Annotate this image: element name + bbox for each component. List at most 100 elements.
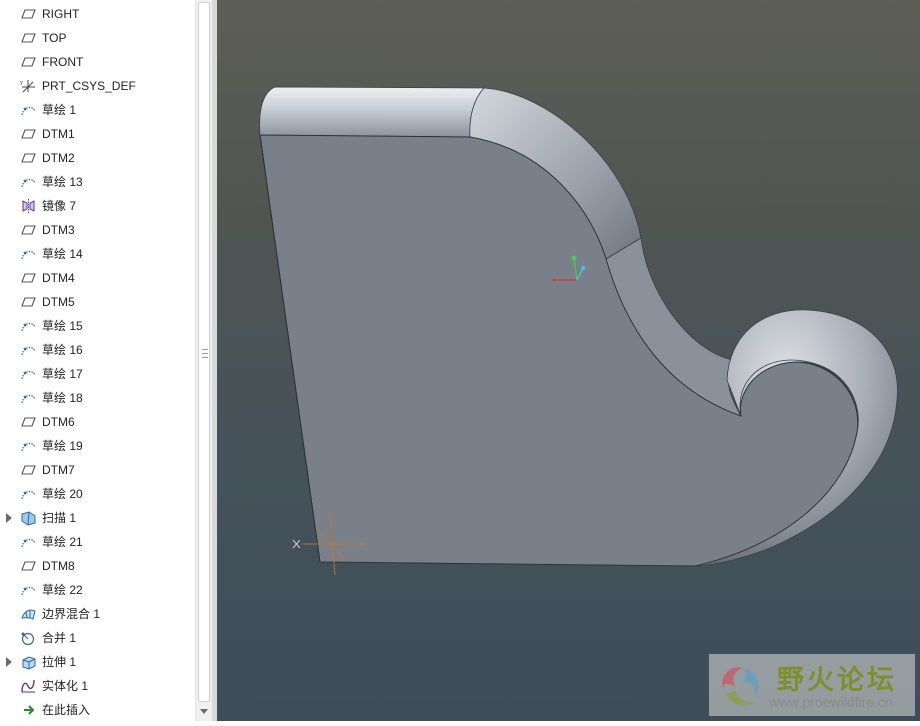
expand-arrow-icon[interactable] bbox=[6, 657, 12, 667]
model-canvas[interactable] bbox=[217, 0, 920, 721]
datum-plane-icon bbox=[20, 558, 37, 574]
datum-plane-icon bbox=[20, 294, 37, 310]
tree-item-label: FRONT bbox=[42, 55, 84, 69]
insert-here-arrow-icon bbox=[20, 702, 37, 718]
tree-item[interactable]: 边界混合 1 bbox=[0, 602, 195, 626]
tree-item[interactable]: 草绘 18 bbox=[0, 386, 195, 410]
solidify-icon bbox=[20, 678, 37, 694]
tree-item-label: 草绘 17 bbox=[42, 367, 83, 381]
tree-item[interactable]: 拉伸 1 bbox=[0, 650, 195, 674]
model-tree-scrollbar[interactable] bbox=[195, 0, 212, 721]
datum-plane-icon bbox=[20, 54, 37, 70]
tree-item-label: DTM5 bbox=[42, 295, 75, 309]
tree-item[interactable]: DTM4 bbox=[0, 266, 195, 290]
sweep-icon bbox=[20, 510, 37, 526]
scrollbar-thumb[interactable] bbox=[198, 2, 210, 702]
tree-item[interactable]: 实体化 1 bbox=[0, 674, 195, 698]
mirror-icon bbox=[20, 198, 37, 214]
sketch-icon bbox=[20, 534, 37, 550]
tree-item-label: DTM2 bbox=[42, 151, 75, 165]
tree-item-label: 镜像 7 bbox=[42, 199, 77, 213]
tree-item[interactable]: DTM6 bbox=[0, 410, 195, 434]
tree-item-label: 草绘 21 bbox=[42, 535, 83, 549]
tree-item[interactable]: 草绘 17 bbox=[0, 362, 195, 386]
tree-item-label: 草绘 14 bbox=[42, 247, 83, 261]
sketch-icon bbox=[20, 174, 37, 190]
tree-item-label: 草绘 16 bbox=[42, 343, 83, 357]
watermark-url: www.proewildfire.cn bbox=[769, 694, 893, 710]
datum-plane-icon bbox=[20, 30, 37, 46]
datum-plane-icon bbox=[20, 150, 37, 166]
sketch-icon bbox=[20, 390, 37, 406]
datum-plane-icon bbox=[20, 126, 37, 142]
tree-item[interactable]: 草绘 16 bbox=[0, 338, 195, 362]
tree-item-label: DTM7 bbox=[42, 463, 75, 477]
tree-item-label: 实体化 1 bbox=[42, 679, 89, 693]
tree-item-label: TOP bbox=[42, 31, 67, 45]
sketch-icon bbox=[20, 438, 37, 454]
datum-plane-icon bbox=[20, 414, 37, 430]
tree-item-label: RIGHT bbox=[42, 7, 80, 21]
sketch-icon bbox=[20, 246, 37, 262]
tree-item-label: PRT_CSYS_DEF bbox=[42, 79, 136, 93]
tree-item-label: 扫描 1 bbox=[42, 511, 77, 525]
tree-item[interactable]: DTM1 bbox=[0, 122, 195, 146]
tree-item[interactable]: 草绘 20 bbox=[0, 482, 195, 506]
datum-plane-icon bbox=[20, 462, 37, 478]
tree-item[interactable]: DTM8 bbox=[0, 554, 195, 578]
scroll-down-arrow-icon[interactable] bbox=[200, 709, 208, 714]
tree-item[interactable]: 草绘 15 bbox=[0, 314, 195, 338]
tree-item-label: DTM8 bbox=[42, 559, 75, 573]
tree-item-label: 草绘 19 bbox=[42, 439, 83, 453]
datum-plane-icon bbox=[20, 6, 37, 22]
coordinate-system-icon: y bbox=[20, 78, 37, 94]
tree-item-label: DTM3 bbox=[42, 223, 75, 237]
tree-item-label: DTM1 bbox=[42, 127, 75, 141]
sketch-icon bbox=[20, 366, 37, 382]
tree-item[interactable]: 草绘 19 bbox=[0, 434, 195, 458]
tree-item[interactable]: DTM3 bbox=[0, 218, 195, 242]
tree-item[interactable]: 草绘 14 bbox=[0, 242, 195, 266]
tree-item[interactable]: DTM5 bbox=[0, 290, 195, 314]
tree-item[interactable]: 草绘 13 bbox=[0, 170, 195, 194]
tree-item-label: 草绘 22 bbox=[42, 583, 83, 597]
tree-item-label: 拉伸 1 bbox=[42, 655, 77, 669]
tree-item-label: 草绘 13 bbox=[42, 175, 83, 189]
tree-item-label: 草绘 15 bbox=[42, 319, 83, 333]
sketch-icon bbox=[20, 342, 37, 358]
model-tree: RIGHT TOP FRONT y PRT_CSYS_DEF 草绘 1 DTM1 DTM2 草绘… bbox=[0, 0, 195, 721]
tree-item-label: 边界混合 1 bbox=[42, 607, 101, 621]
flame-logo-icon bbox=[722, 667, 759, 706]
tree-item-label: 合并 1 bbox=[42, 631, 77, 645]
tree-item-label: 草绘 18 bbox=[42, 391, 83, 405]
expand-arrow-icon[interactable] bbox=[6, 513, 12, 523]
sketch-icon bbox=[20, 582, 37, 598]
tree-item[interactable]: y PRT_CSYS_DEF bbox=[0, 74, 195, 98]
model-top-tube bbox=[259, 86, 485, 138]
tree-item[interactable]: FRONT bbox=[0, 50, 195, 74]
tree-item[interactable]: DTM2 bbox=[0, 146, 195, 170]
sketch-icon bbox=[20, 486, 37, 502]
scrollbar-grip-icon bbox=[202, 349, 208, 358]
tree-item-label: 草绘 20 bbox=[42, 487, 83, 501]
tree-item[interactable]: 草绘 1 bbox=[0, 98, 195, 122]
tree-item[interactable]: TOP bbox=[0, 26, 195, 50]
tree-item[interactable]: 草绘 22 bbox=[0, 578, 195, 602]
extrude-icon bbox=[20, 654, 37, 670]
tree-item[interactable]: 镜像 7 bbox=[0, 194, 195, 218]
tree-item[interactable]: DTM7 bbox=[0, 458, 195, 482]
tree-item-label: 在此插入 bbox=[42, 703, 91, 717]
tree-item[interactable]: 扫描 1 bbox=[0, 506, 195, 530]
tree-item[interactable]: 草绘 21 bbox=[0, 530, 195, 554]
tree-item[interactable]: 合并 1 bbox=[0, 626, 195, 650]
sketch-icon bbox=[20, 318, 37, 334]
datum-plane-icon bbox=[20, 270, 37, 286]
merge-icon bbox=[20, 630, 37, 646]
graphics-viewport[interactable] bbox=[217, 0, 920, 721]
tree-item[interactable]: 在此插入 bbox=[0, 698, 195, 721]
tree-item-label: DTM6 bbox=[42, 415, 75, 429]
tree-item-label: DTM4 bbox=[42, 271, 75, 285]
forum-watermark: 野火论坛 www.proewildfire.cn bbox=[709, 654, 915, 716]
tree-item[interactable]: RIGHT bbox=[0, 2, 195, 26]
watermark-title: 野火论坛 bbox=[777, 665, 897, 696]
